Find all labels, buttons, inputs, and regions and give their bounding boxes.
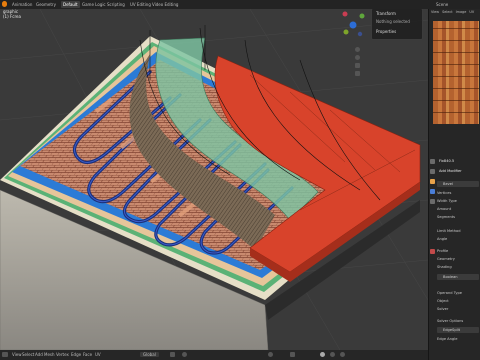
menu-uv[interactable]: UV [95,352,101,357]
field-label: Solver [437,307,449,311]
grid-icon[interactable] [355,71,360,76]
bevel-amount-row[interactable]: Amount [437,207,451,212]
field-label: Limit Method [437,229,461,233]
edgesplit-edge-angle-row[interactable]: Edge Angle [437,337,457,342]
right-editor-panel: View Select Image UV Fix840.5 Add Modifi… [428,9,480,360]
tab-game-logic[interactable]: Game Logic [80,1,108,8]
transform-header[interactable]: Transform [376,11,396,16]
field-label: Object [437,299,449,303]
boolean-object-row[interactable]: Object [437,299,449,304]
bevel-profile-subpanel[interactable]: Profile [437,249,448,254]
field-label: Angle [437,237,448,241]
menu-face[interactable]: Face [83,352,92,357]
tool-tab-icon[interactable] [430,159,435,164]
menu-mesh[interactable]: Mesh [44,352,55,357]
bevel-width-type-row[interactable]: Width Type [437,199,457,204]
bevel-vertices-row[interactable]: Vertices [437,191,451,196]
editor-type-icon[interactable] [2,352,8,357]
field-label: Edge Angle [437,337,458,341]
rendered-shading-icon[interactable] [340,352,345,357]
snap-icon[interactable] [170,352,175,357]
subpanel-label: Profile [437,249,449,253]
material-shading-icon[interactable] [330,352,335,357]
physics-tab-icon[interactable] [430,199,435,204]
menu-select[interactable]: Select [442,10,452,14]
nothing-selected-text: Nothing selected [376,19,410,24]
bevel-geometry-subpanel[interactable]: Geometry [437,257,455,262]
viewport-info-line: (1) Fcrea [3,14,21,19]
blender-logo-icon[interactable] [2,1,7,7]
tab-geometry[interactable]: Geometry [34,1,58,8]
menu-vertex[interactable]: Vertex [56,352,69,357]
material-tab-icon[interactable] [430,249,435,254]
scene-render [0,9,428,350]
viewport-header-bottom: View Select Add Mesh Vertex Edge Face UV… [0,350,428,360]
menu-view[interactable]: View [12,352,22,357]
wood-texture-preview[interactable] [433,21,479,124]
image-editor-menu: View Select Image UV [431,10,474,14]
modifier-tab-icon[interactable] [430,189,435,194]
properties-header[interactable]: Properties [376,29,396,34]
nav-buttons [355,47,361,76]
field-label: Width Type [437,199,457,203]
pan-icon[interactable] [355,55,360,60]
modifier-boolean-header[interactable]: Boolean [437,274,479,280]
menu-view[interactable]: View [431,10,439,14]
sidebar-n-panel: Transform Nothing selected Properties [371,9,423,40]
bevel-shading-subpanel[interactable]: Shading [437,265,452,270]
axis-gizmo[interactable] [342,11,365,37]
proportional-icon[interactable] [182,352,187,357]
subpanel-label: Shading [437,265,452,269]
menu-uv[interactable]: UV [469,10,474,14]
bevel-angle-row[interactable]: Angle [437,237,447,242]
modifier-name: EdgeSplit [443,327,461,332]
menu-image[interactable]: Image [456,10,467,14]
boolean-solver-options-subpanel[interactable]: Solver Options [437,319,463,324]
field-label: Segments [437,215,456,219]
tab-animation[interactable]: Animation [10,1,34,8]
overlay-icon[interactable] [268,352,273,357]
xray-icon[interactable] [290,352,295,357]
modifier-name: Bevel [443,181,454,186]
menu-select[interactable]: Select [22,352,34,357]
object-tab-icon[interactable] [430,179,435,184]
modifier-bevel-header[interactable]: Bevel [437,181,479,187]
boolean-operand-type-row[interactable]: Operand Type [437,291,462,296]
field-label: Operand Type [437,291,462,295]
workspace-tab-bar: Animation Geometry Default Game Logic Sc… [0,0,480,9]
object-name[interactable]: Fix840.5 [439,159,454,163]
bevel-limit-method-row[interactable]: Limit Method [437,229,461,234]
transform-orientation-dropdown[interactable]: Global [140,352,159,357]
menu-add[interactable]: Add [35,352,43,357]
subpanel-label: Geometry [437,257,455,261]
tab-scripting[interactable]: Scripting [105,1,127,8]
render-tab-icon[interactable] [430,169,435,174]
bevel-segments-row[interactable]: Segments [437,215,455,220]
boolean-solver-row[interactable]: Solver [437,307,448,312]
field-label: Vertices [437,191,452,195]
scene-label[interactable]: Scene [434,1,450,8]
subpanel-label: Solver Options [437,319,464,323]
field-label: Amount [437,207,452,211]
tab-default[interactable]: Default [61,1,80,8]
zoom-icon[interactable] [355,47,360,52]
modifier-name: Boolean [443,274,458,279]
viewport-3d[interactable]: graphic (1) Fcrea Transform Nothing sele… [0,9,428,350]
solid-shading-icon[interactable] [320,352,325,357]
modifier-edgesplit-header[interactable]: EdgeSplit [437,327,479,333]
add-modifier-button[interactable]: Add Modifier [439,169,462,173]
menu-edge[interactable]: Edge [71,352,81,357]
tab-video-editing[interactable]: Video Editing [150,1,180,8]
viewport-info: graphic (1) Fcrea [3,9,21,19]
camera-icon[interactable] [355,63,360,68]
